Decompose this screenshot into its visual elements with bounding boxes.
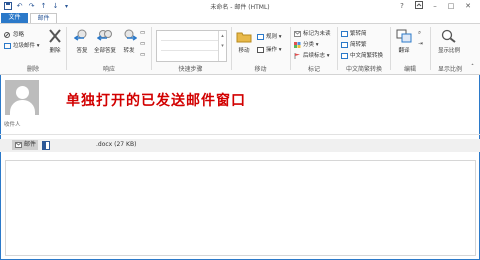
find-icon[interactable]: ⌕ [418,30,421,37]
delete-group-label: 删除 [26,66,39,73]
translate-icon[interactable] [396,29,412,43]
delete-button[interactable]: 删除 [47,46,63,54]
tab-file[interactable]: 文件 [1,13,28,23]
meeting-reply-icon[interactable]: ▭ [140,30,145,36]
to-simplified-button[interactable]: 繁转简 [341,29,367,37]
categorize-button[interactable]: 分类 ▾ [294,40,319,48]
move-button[interactable]: 移动 [234,46,254,54]
move-icon[interactable] [236,29,252,43]
magnifier-icon[interactable] [441,29,457,43]
categorize-icon [294,41,301,48]
chinese-group-label: 中文简繁转换 [345,66,382,73]
follow-up-label: 后续标志 ▾ [303,53,330,59]
forward-button[interactable]: 转发 [119,46,139,54]
envelope-icon [15,141,22,148]
ribbon: 忽略 垃圾邮件 ▾ 删除 删除 答复 全部答复 转发 ▭ ▭ ▭ 响应 ▴ ▾ 快… [0,23,480,75]
message-label: 邮件 [24,141,37,148]
ignore-button[interactable]: 忽略 [4,30,24,38]
delete-icon[interactable] [47,29,63,43]
select-icon[interactable]: ⇥ [418,41,423,47]
move-group-label: 移动 [254,66,267,73]
tags-group-label: 标记 [307,66,320,73]
reply-all-icon[interactable] [96,29,113,43]
minimize-button[interactable]: – [430,1,440,11]
ribbon-display-options-icon[interactable] [414,1,424,11]
avatar [5,80,39,115]
collapse-ribbon-icon[interactable]: ˆ [471,64,474,71]
to-traditional-label: 简转繁 [350,42,367,48]
quick-steps-group-label: 快速步骤 [178,66,203,73]
reply-icon[interactable] [73,29,90,43]
actions-icon [257,46,264,53]
mark-unread-label: 标记为未读 [303,31,331,37]
message-attachment[interactable]: 邮件 [12,140,38,150]
recipient-label[interactable]: 收件人 [4,120,21,128]
rules-label: 规则 ▾ [266,34,282,40]
ignore-label: 忽略 [13,32,25,38]
categorize-label: 分类 ▾ [303,42,319,48]
translate-button[interactable]: 翻译 [394,46,414,54]
forward-icon[interactable] [121,29,138,43]
mark-unread-button[interactable]: 标记为未读 [294,29,331,37]
convert-icon [341,41,348,48]
actions-label: 操作 ▾ [266,47,282,53]
chinese-convert-button[interactable]: 中文简繁转换 [341,51,383,59]
junk-button[interactable]: 垃圾邮件 ▾ [4,41,40,49]
tab-mail[interactable]: 邮件 [30,13,57,23]
window-title: 未命名 - 邮件 (HTML) [210,4,270,11]
quick-steps-gallery[interactable]: ▴ ▾ [156,30,227,62]
word-doc-icon[interactable] [42,141,50,152]
convert-icon [341,30,348,37]
rules-button[interactable]: 规则 ▾ [257,32,282,40]
reply-all-button[interactable]: 全部答复 [92,46,118,54]
close-button[interactable]: ✕ [463,1,473,11]
rules-icon [257,33,264,40]
zoom-button[interactable]: 显示比例 [435,46,463,54]
flag-icon [294,52,301,59]
envelope-icon [294,30,301,37]
title-bar: ↶ ↷ ↑ ↓ ▾ 未命名 - 邮件 (HTML) ? – □ ✕ [0,0,480,13]
attachment-bar: 邮件 .docx (27 KB) [0,139,480,152]
ribbon-tabs: 文件 邮件 [0,13,480,23]
junk-label: 垃圾邮件 ▾ [13,43,40,49]
convert-icon [341,52,348,59]
annotation-text: 单独打开的已发送邮件窗口 [66,93,246,109]
follow-up-button[interactable]: 后续标志 ▾ [294,51,330,59]
chinese-convert-label: 中文简繁转换 [350,53,384,59]
respond-group-label: 响应 [102,66,115,73]
actions-button[interactable]: 操作 ▾ [257,45,282,53]
divider [0,134,480,135]
to-simplified-label: 繁转简 [350,31,367,37]
editing-group-label: 编辑 [403,66,416,73]
docx-attachment[interactable]: .docx (27 KB) [96,140,136,150]
zoom-group-label: 显示比例 [437,66,462,73]
more-respond-icon[interactable]: ▭ [140,52,145,58]
gallery-scroll[interactable]: ▴ ▾ [218,31,226,61]
im-reply-icon[interactable]: ▭ [140,41,145,47]
ignore-icon [4,31,11,38]
junk-icon [4,42,11,49]
reply-button[interactable]: 答复 [72,46,92,54]
maximize-button[interactable]: □ [446,1,456,11]
message-body[interactable] [5,160,476,256]
to-traditional-button[interactable]: 简转繁 [341,40,367,48]
help-button[interactable]: ? [397,1,407,11]
